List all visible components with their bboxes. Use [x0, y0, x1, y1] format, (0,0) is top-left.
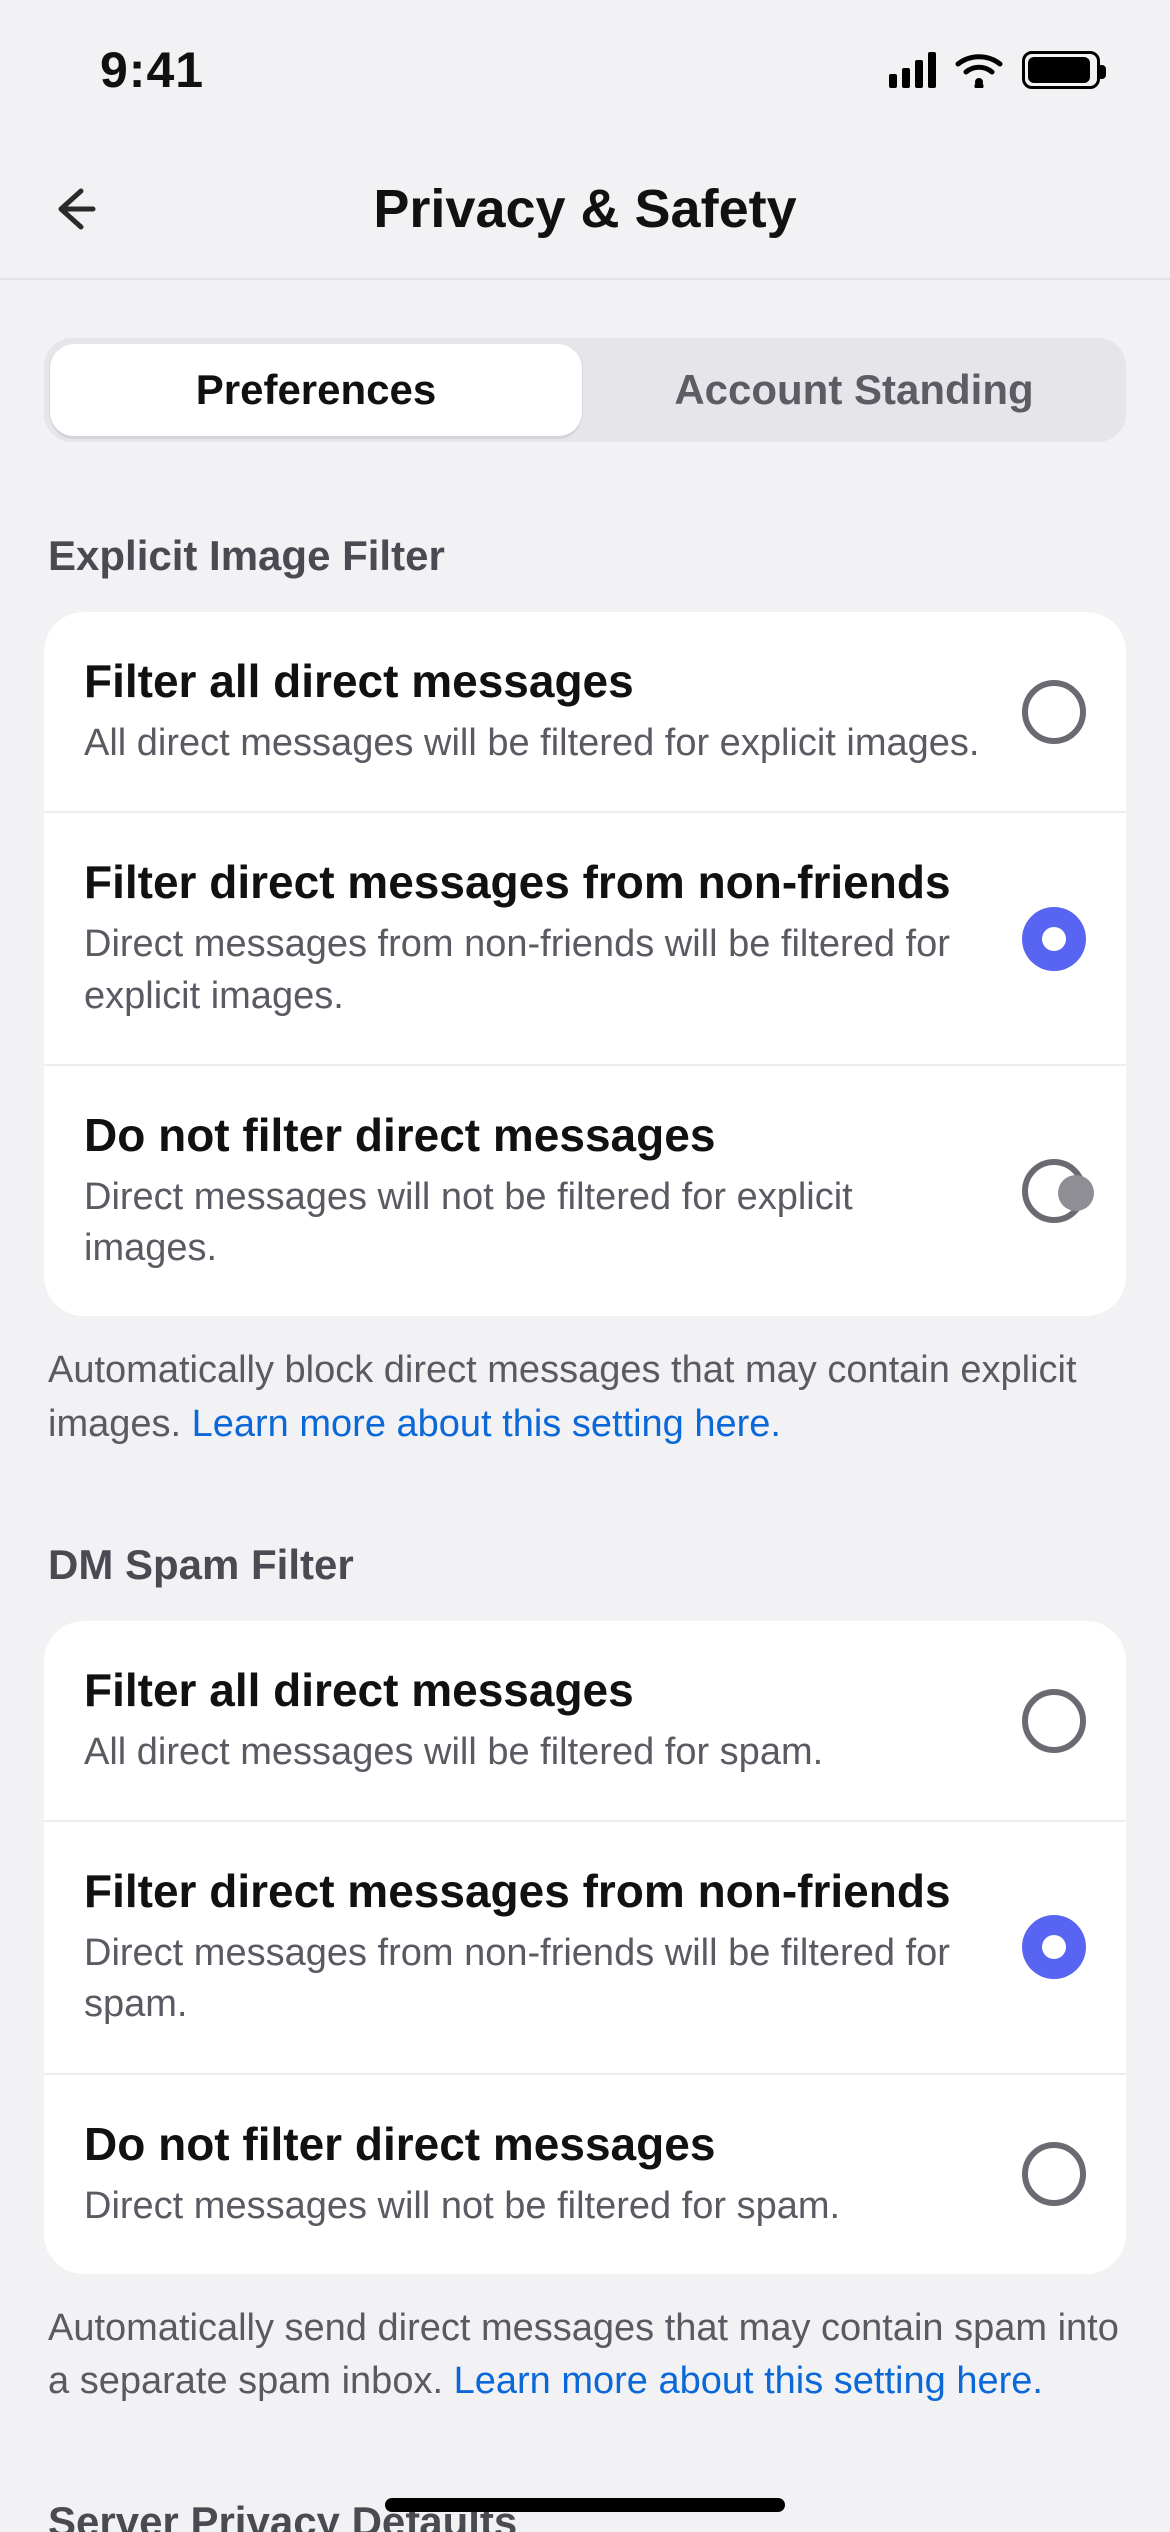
- option-title: Filter all direct messages: [84, 1663, 992, 1717]
- home-indicator: [385, 2498, 785, 2512]
- page-title: Privacy & Safety: [0, 178, 1170, 240]
- option-title: Filter direct messages from non-friends: [84, 1864, 992, 1918]
- option-explicit-no-filter[interactable]: Do not filter direct messages Direct mes…: [44, 1066, 1126, 1317]
- section-footer-explicit: Automatically block direct messages that…: [44, 1344, 1126, 1450]
- radio-icon: [1022, 1915, 1086, 1979]
- learn-more-link[interactable]: Learn more about this setting here.: [192, 1403, 781, 1445]
- tab-bar: Preferences Account Standing: [44, 338, 1126, 442]
- tab-account-standing[interactable]: Account Standing: [588, 344, 1120, 436]
- option-title: Do not filter direct messages: [84, 1108, 992, 1162]
- status-time: 9:41: [100, 41, 204, 99]
- section-heading-spam: DM Spam Filter: [44, 1541, 1126, 1589]
- radio-icon: [1022, 2142, 1086, 2206]
- radio-icon: [1022, 1689, 1086, 1753]
- radio-icon: [1022, 1159, 1086, 1223]
- radio-icon: [1022, 680, 1086, 744]
- dm-spam-filter-card: Filter all direct messages All direct me…: [44, 1621, 1126, 2274]
- option-spam-no-filter[interactable]: Do not filter direct messages Direct mes…: [44, 2075, 1126, 2274]
- cellular-icon: [889, 52, 936, 88]
- option-subtitle: Direct messages will not be filtered for…: [84, 1172, 992, 1275]
- nav-header: Privacy & Safety: [0, 140, 1170, 280]
- option-explicit-filter-non-friends[interactable]: Filter direct messages from non-friends …: [44, 813, 1126, 1066]
- radio-icon: [1022, 907, 1086, 971]
- status-indicators: [889, 51, 1100, 89]
- option-explicit-filter-all[interactable]: Filter all direct messages All direct me…: [44, 612, 1126, 813]
- option-subtitle: Direct messages will not be filtered for…: [84, 2181, 992, 2232]
- option-spam-filter-non-friends[interactable]: Filter direct messages from non-friends …: [44, 1822, 1126, 2075]
- learn-more-link[interactable]: Learn more about this setting here.: [454, 2360, 1043, 2402]
- option-subtitle: All direct messages will be filtered for…: [84, 1727, 992, 1778]
- wifi-icon: [954, 52, 1004, 88]
- option-subtitle: Direct messages from non-friends will be…: [84, 919, 992, 1022]
- option-subtitle: Direct messages from non-friends will be…: [84, 1928, 992, 2031]
- option-subtitle: All direct messages will be filtered for…: [84, 718, 992, 769]
- explicit-image-filter-card: Filter all direct messages All direct me…: [44, 612, 1126, 1316]
- option-title: Filter all direct messages: [84, 654, 992, 708]
- option-title: Filter direct messages from non-friends: [84, 855, 992, 909]
- section-footer-spam: Automatically send direct messages that …: [44, 2302, 1126, 2408]
- section-heading-explicit: Explicit Image Filter: [44, 532, 1126, 580]
- battery-icon: [1022, 51, 1100, 89]
- option-title: Do not filter direct messages: [84, 2117, 992, 2171]
- option-spam-filter-all[interactable]: Filter all direct messages All direct me…: [44, 1621, 1126, 1822]
- tab-preferences[interactable]: Preferences: [50, 344, 582, 436]
- status-bar: 9:41: [0, 0, 1170, 140]
